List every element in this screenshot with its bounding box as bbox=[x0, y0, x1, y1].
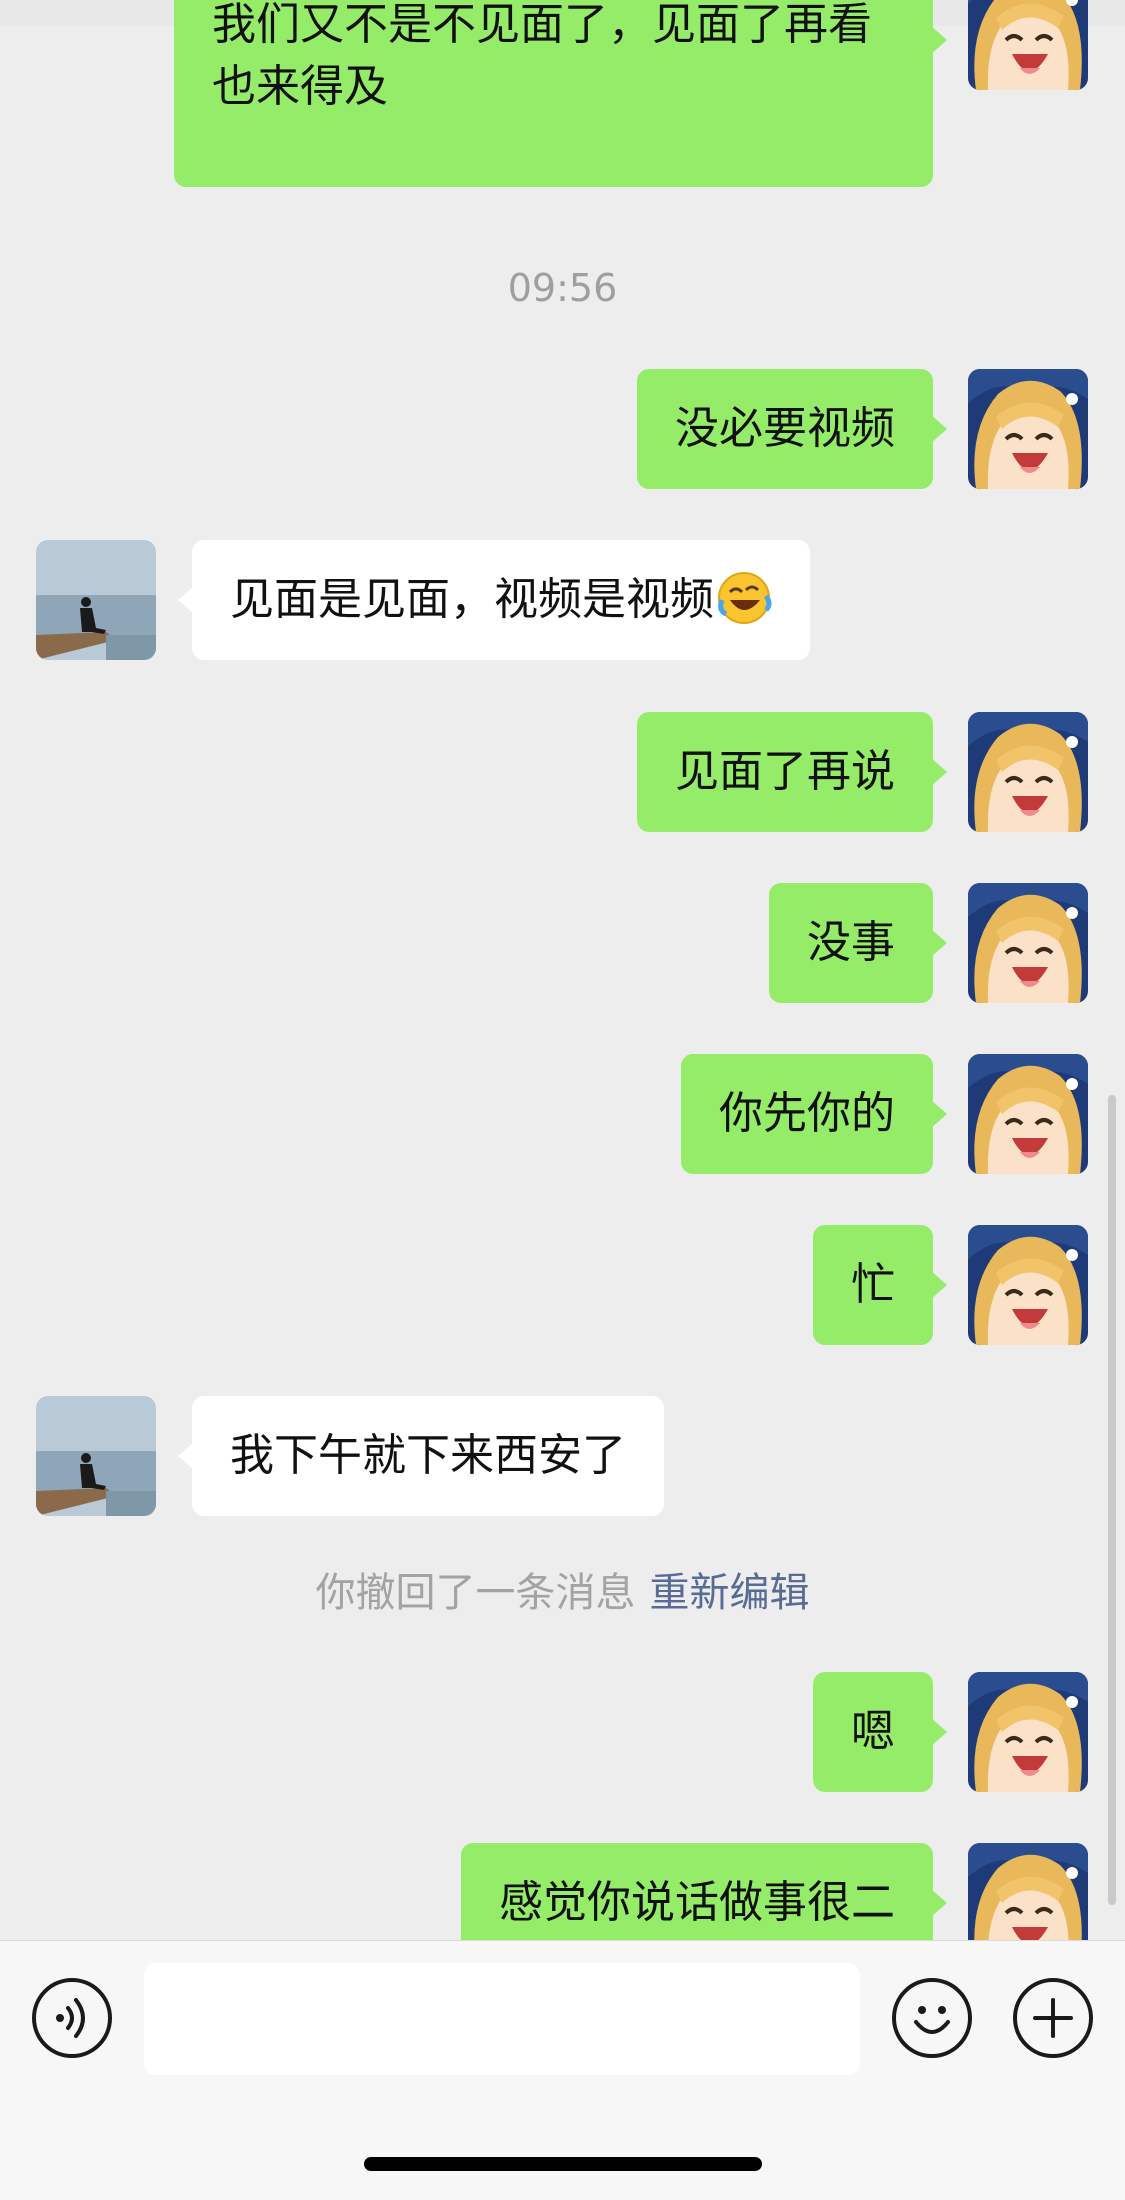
my-message-bubble[interactable]: 忙 bbox=[813, 1225, 947, 1345]
my-message-bubble[interactable]: 感觉你说话做事很二 bbox=[461, 1843, 947, 1940]
my-message-bubble[interactable]: 你先你的 bbox=[681, 1054, 947, 1174]
home-indicator[interactable] bbox=[364, 2157, 762, 2171]
my-avatar[interactable] bbox=[968, 883, 1088, 1003]
my-avatar[interactable] bbox=[968, 1054, 1088, 1174]
my-message-bubble[interactable]: 见面了再说 bbox=[637, 712, 947, 832]
contact-avatar[interactable] bbox=[36, 540, 156, 660]
scrollbar[interactable] bbox=[1108, 1095, 1116, 1905]
message-input[interactable] bbox=[144, 1963, 860, 2075]
emoji-button[interactable] bbox=[892, 1978, 972, 2058]
recall-notice: 你撤回了一条消息 重新编辑 bbox=[0, 1560, 1125, 1618]
voice-button[interactable] bbox=[32, 1978, 112, 2058]
contact-avatar[interactable] bbox=[36, 1396, 156, 1516]
my-avatar[interactable] bbox=[968, 1843, 1088, 1940]
voice-icon bbox=[56, 1998, 85, 2038]
my-avatar[interactable] bbox=[968, 1672, 1088, 1792]
my-avatar[interactable] bbox=[968, 0, 1088, 90]
my-message-bubble[interactable]: 没事 bbox=[769, 883, 947, 1003]
my-message-bubble[interactable]: 我们又不是不见面了，见面了再看也来得及 bbox=[174, 0, 947, 187]
re-edit-link[interactable]: 重新编辑 bbox=[650, 1570, 810, 1616]
my-avatar[interactable] bbox=[968, 712, 1088, 832]
message-text: 见面是见面，视频是视频 bbox=[230, 574, 714, 625]
contact-message-bubble[interactable]: 我下午就下来西安了 bbox=[178, 1396, 664, 1516]
chat-message-area[interactable]: 我们又不是不见面了，见面了再看也来得及 09:56 没必要视频 见面是见面，视频… bbox=[0, 0, 1125, 1940]
my-avatar[interactable] bbox=[968, 1225, 1088, 1345]
recall-notice-text: 你撤回了一条消息 bbox=[315, 1570, 636, 1616]
plus-icon bbox=[1033, 1998, 1073, 2038]
smiley-icon bbox=[914, 2006, 950, 2034]
contact-message-bubble[interactable]: 见面是见面，视频是视频 bbox=[178, 540, 810, 660]
my-avatar[interactable] bbox=[968, 369, 1088, 489]
timestamp: 09:56 bbox=[507, 266, 618, 310]
my-message-bubble[interactable]: 没必要视频 bbox=[637, 369, 947, 489]
my-message-bubble[interactable]: 嗯 bbox=[813, 1672, 947, 1792]
rolling-on-floor-laughing-emoji bbox=[718, 572, 772, 624]
chat-input-bar bbox=[0, 1940, 1125, 2200]
more-actions-button[interactable] bbox=[1013, 1978, 1093, 2058]
